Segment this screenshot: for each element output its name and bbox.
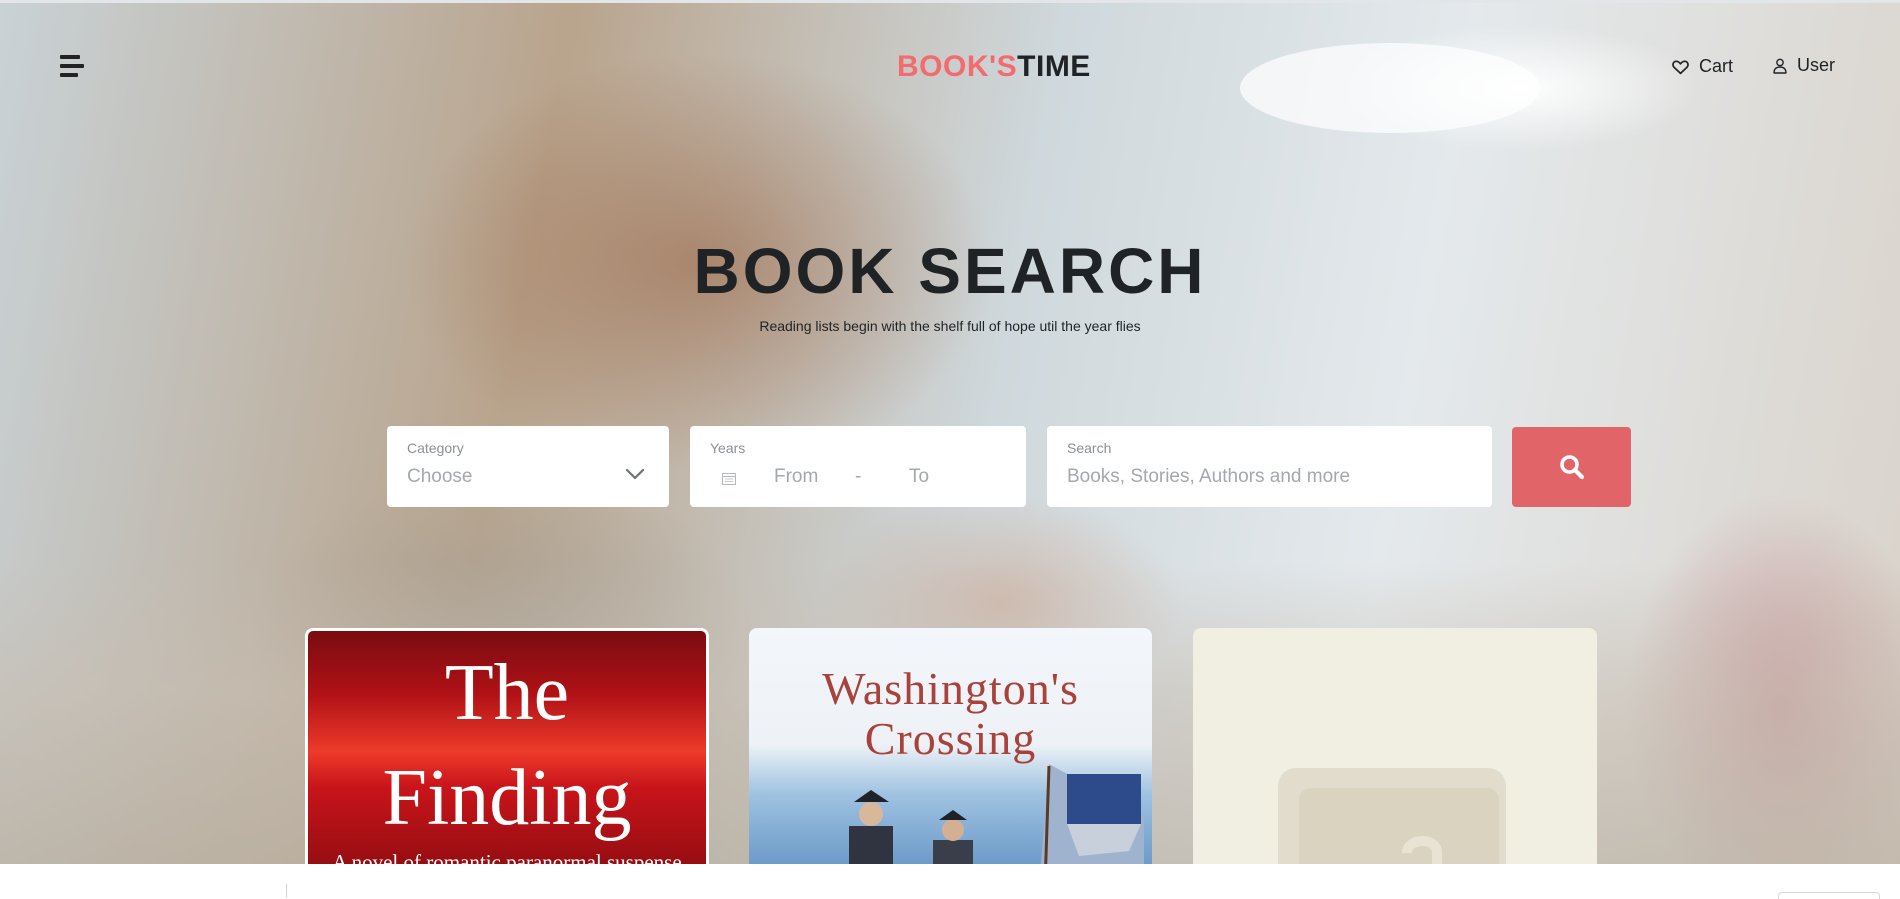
search-button[interactable]: [1512, 427, 1631, 507]
heart-icon: [1672, 59, 1689, 74]
category-select[interactable]: Category Choose: [387, 426, 669, 507]
logo-part-time: TIME: [1017, 50, 1091, 83]
site-logo[interactable]: BOOK'STIME: [897, 50, 1091, 86]
search-input[interactable]: [1067, 466, 1467, 488]
book-card-placeholder[interactable]: [1193, 628, 1597, 886]
years-to-input[interactable]: To: [909, 466, 929, 488]
years-label: Years: [710, 440, 746, 456]
book-title-line1: Washington's: [822, 663, 1079, 714]
book-card-the-finding[interactable]: The Finding A novel of romantic paranorm…: [305, 628, 709, 886]
category-value: Choose: [407, 466, 473, 487]
book-card-washingtons-crossing[interactable]: Washington's Crossing: [749, 628, 1152, 886]
user-link[interactable]: User: [1773, 55, 1835, 76]
search-label: Search: [1067, 440, 1112, 456]
book-title-line2: Finding: [382, 754, 632, 842]
page-subtitle: Reading lists begin with the shelf full …: [759, 318, 1141, 334]
search-field[interactable]: Search: [1047, 426, 1492, 507]
divider: [286, 884, 287, 898]
logo-part-books: BOOK'S: [897, 50, 1018, 83]
years-from-input[interactable]: From: [774, 466, 818, 488]
content-section-top: [0, 864, 1900, 898]
years-separator: -: [855, 466, 862, 487]
calendar-icon: [722, 473, 736, 485]
chevron-down-icon: [625, 468, 645, 480]
lamp-glow: [1240, 43, 1540, 133]
hamburger-menu-icon[interactable]: [58, 54, 86, 80]
page-title: BOOK SEARCH: [693, 235, 1207, 307]
user-icon: [1773, 58, 1787, 74]
cart-label: Cart: [1699, 56, 1734, 76]
book-title-line1: The: [444, 649, 570, 737]
cart-link[interactable]: Cart: [1672, 56, 1733, 77]
search-icon: [1559, 455, 1584, 480]
category-label: Category: [407, 440, 464, 456]
user-label: User: [1797, 55, 1836, 75]
years-range[interactable]: Years From - To: [690, 426, 1026, 507]
